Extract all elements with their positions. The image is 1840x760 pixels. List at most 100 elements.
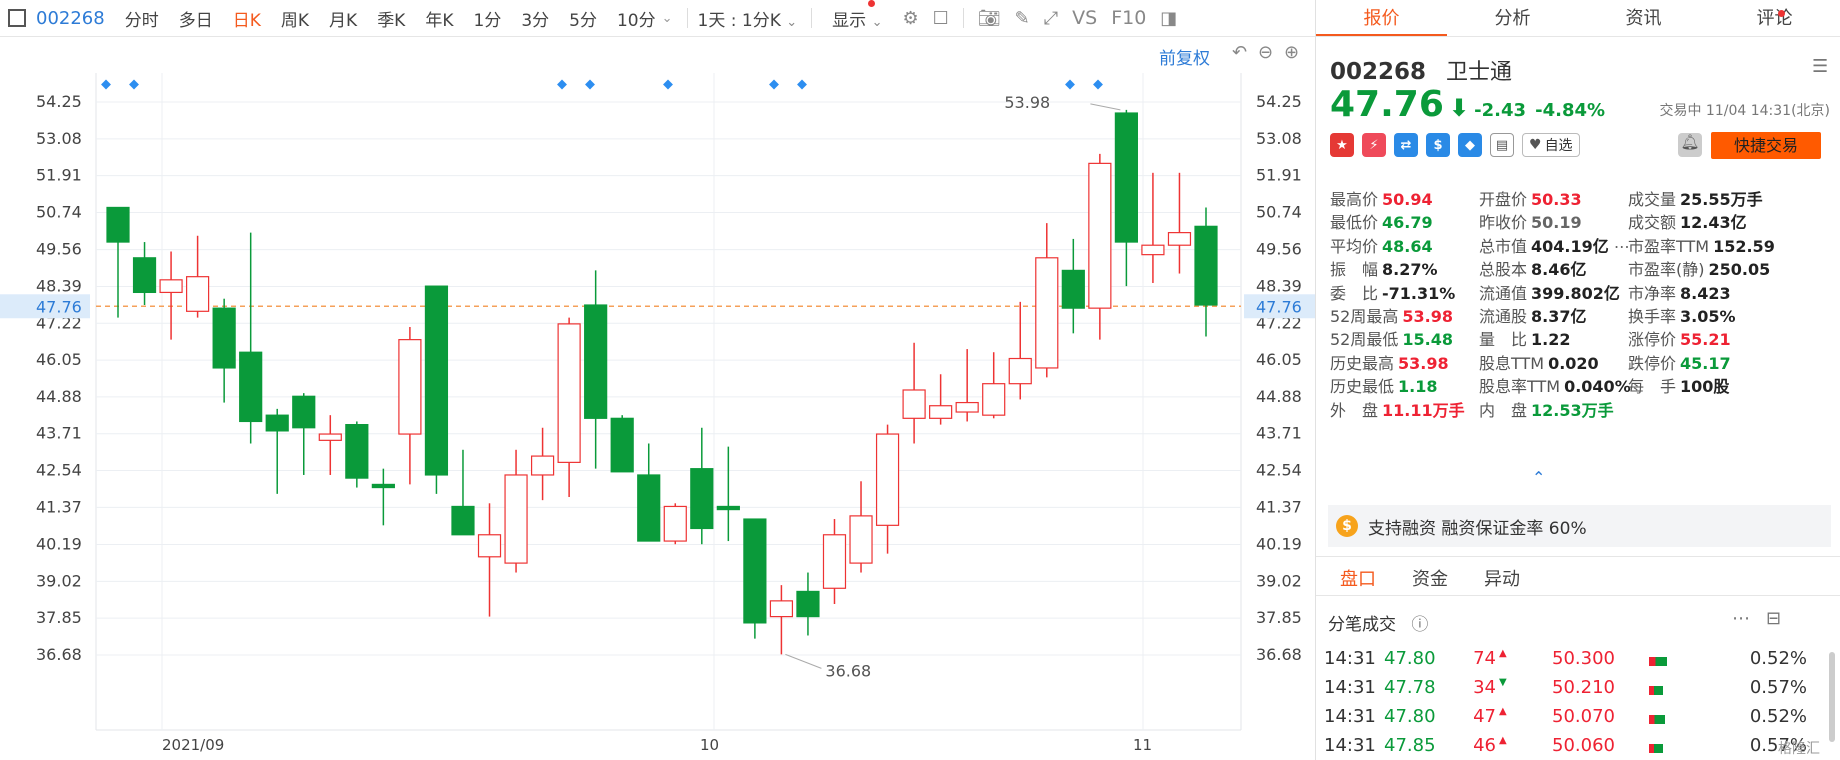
quick-trade-button[interactable]: 快捷交易 xyxy=(1711,132,1821,159)
camera-icon[interactable]: 📷︎ xyxy=(978,8,1001,29)
y-tick-label-right: 36.68 xyxy=(1256,645,1302,664)
vs-button[interactable]: VS xyxy=(1072,7,1097,29)
kline-svg: 54.25 54.25 53.08 53.08 51.91 51.91 50.74 50.74… xyxy=(0,73,1315,754)
stat-value: 55.21 xyxy=(1680,330,1731,350)
candle-body xyxy=(345,424,369,479)
stat-label: 涨停价 xyxy=(1628,330,1677,350)
stat-value: 11.11万手 xyxy=(1382,400,1465,420)
tick-pct: 0.52% xyxy=(1749,706,1807,727)
tab-jik[interactable]: 季K xyxy=(377,6,405,31)
expand-icon[interactable]: ⊟ xyxy=(1766,608,1781,629)
more-icon[interactable]: ⋯ xyxy=(1609,237,1630,256)
candle-body xyxy=(1167,232,1192,246)
lightning-icon[interactable]: ⚡ xyxy=(1362,133,1386,157)
scrollbar[interactable] xyxy=(1829,652,1835,742)
tick-price: 47.85 xyxy=(1384,735,1436,756)
candle-body xyxy=(796,590,820,618)
candle-body xyxy=(398,339,422,435)
arrow-down-icon: ▼ xyxy=(1499,677,1507,688)
subtab-zijin[interactable]: 资金 xyxy=(1412,565,1448,591)
tab-duori[interactable]: 多日 xyxy=(179,6,213,31)
event-marker xyxy=(663,79,673,90)
tab-niank[interactable]: 年K xyxy=(425,6,453,31)
stat-item: 52周最高 53.98 xyxy=(1330,303,1453,327)
more-icon[interactable]: ⋯ xyxy=(1732,608,1750,629)
zoom-in-icon[interactable]: ⊕ xyxy=(1284,42,1299,63)
tick-row: 14:31 47.78 34 ▼ 50.210 0.57% xyxy=(1316,677,1840,706)
tab-rik[interactable]: 日K xyxy=(233,6,261,31)
candle-body xyxy=(477,534,502,558)
tab-5min[interactable]: 5分 xyxy=(569,6,597,31)
stat-label: 市净率 xyxy=(1628,283,1677,303)
fullscreen-icon[interactable]: ⤢ xyxy=(1044,8,1058,29)
info-icon[interactable]: ⓘ xyxy=(1411,615,1428,635)
arrow-up-icon: ▲ xyxy=(1499,706,1507,717)
tag-icon[interactable]: ◆ xyxy=(1458,133,1482,157)
y-tick-label-right: 43.71 xyxy=(1256,424,1302,443)
y-tick-label-left: 46.05 xyxy=(36,350,82,369)
tab-analysis[interactable]: 分析 xyxy=(1447,0,1578,36)
list-icon[interactable]: ☰ xyxy=(1812,56,1828,77)
x-tick-label: 2021/09 xyxy=(162,736,224,754)
tab-10min[interactable]: 10分 xyxy=(617,6,656,31)
f10-button[interactable]: F10 xyxy=(1111,7,1146,29)
tab-1min[interactable]: 1分 xyxy=(474,6,502,31)
candle-body xyxy=(212,307,236,369)
subtab-pankou[interactable]: 盘口 xyxy=(1340,565,1376,591)
tab-yuek[interactable]: 月K xyxy=(329,6,357,31)
period-select[interactable]: 1天 : 1分K ⌄ xyxy=(698,6,798,31)
square-icon[interactable]: ☐ xyxy=(933,8,949,29)
candle-body xyxy=(955,401,979,413)
tick-pct: 0.52% xyxy=(1749,648,1807,669)
tab-fenshi[interactable]: 分时 xyxy=(125,6,159,31)
gear-icon[interactable]: ⚙ xyxy=(902,8,918,29)
stat-item: 量 比 1.22 xyxy=(1479,326,1571,350)
tick-volume: 74 xyxy=(1473,648,1496,669)
tick-volume: 46 xyxy=(1473,735,1496,756)
stat-value: 53.98 xyxy=(1398,353,1449,373)
min-leader xyxy=(785,653,822,669)
undo-icon[interactable]: ↶ xyxy=(1232,42,1247,63)
tab-quote[interactable]: 报价 xyxy=(1316,0,1447,36)
max-leader xyxy=(1090,103,1121,111)
chevron-down-icon[interactable]: ⌄ xyxy=(662,11,673,26)
kline-chart[interactable]: 54.25 54.25 53.08 53.08 51.91 51.91 50.74 50.74… xyxy=(0,37,1315,760)
tab-3min[interactable]: 3分 xyxy=(521,6,549,31)
panel-toggle-icon[interactable]: ◨ xyxy=(1160,8,1177,29)
candle-body xyxy=(929,405,953,419)
bell-icon[interactable]: 🔔︎ xyxy=(1678,133,1702,157)
shuffle-icon[interactable]: ⇄ xyxy=(1394,133,1418,157)
candle-body xyxy=(1114,112,1138,243)
tick-price: 47.80 xyxy=(1384,648,1436,669)
tick-avg: 50.300 xyxy=(1552,648,1615,669)
stat-label: 流通股 xyxy=(1479,307,1528,326)
stat-item: 每 手 100股 xyxy=(1628,373,1729,397)
subtab-yidong[interactable]: 异动 xyxy=(1484,565,1520,591)
stat-item: 市盈率TTM 152.59 xyxy=(1628,233,1775,257)
watchlist-button[interactable]: ♥ 自选 xyxy=(1522,133,1580,157)
stat-item: 市盈率(静) 250.05 xyxy=(1628,256,1770,280)
dollar-icon[interactable]: $ xyxy=(1426,133,1450,157)
china-flag-icon[interactable]: ★ xyxy=(1330,133,1354,157)
y-tick-label-right: 40.19 xyxy=(1256,535,1302,554)
layout-icon[interactable] xyxy=(8,9,26,27)
stat-item: 开盘价 50.33 xyxy=(1479,186,1582,210)
tick-time: 14:31 xyxy=(1324,706,1376,727)
tab-news[interactable]: 资讯 xyxy=(1578,0,1709,36)
candle-body xyxy=(1008,357,1032,385)
display-menu[interactable]: 显示 ⌄ xyxy=(832,6,882,31)
candle-body xyxy=(849,515,873,564)
zoom-out-icon[interactable]: ⊖ xyxy=(1258,42,1273,63)
margin-text: 支持融资 融资保证金率 60% xyxy=(1368,518,1587,539)
candle-body xyxy=(318,433,342,441)
pencil-icon[interactable]: ✎ xyxy=(1015,8,1030,29)
candle-body xyxy=(504,474,528,564)
fq-label[interactable]: 前复权 xyxy=(1159,44,1210,69)
bookmark-icon[interactable]: ▤ xyxy=(1490,133,1514,157)
tab-comments[interactable]: 评论 xyxy=(1709,0,1840,36)
y-tick-label-right: 54.25 xyxy=(1256,92,1302,111)
collapse-icon[interactable]: ⌃ xyxy=(1532,468,1545,487)
tab-zhouk[interactable]: 周K xyxy=(281,6,309,31)
last-price: 47.76 xyxy=(1330,84,1444,125)
stat-item: 涨停价 55.21 xyxy=(1628,326,1731,350)
